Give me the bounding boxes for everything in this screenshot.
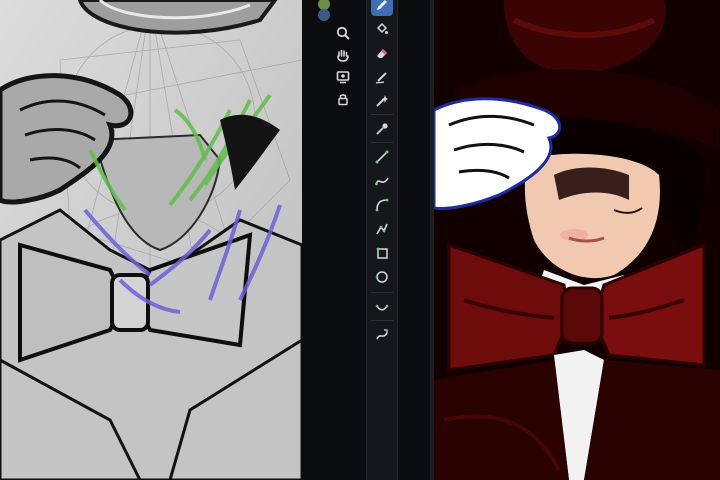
toolbar-divider: [371, 292, 393, 293]
secondary-color-swatch[interactable]: [318, 9, 330, 21]
fill-bucket-icon[interactable]: [371, 18, 393, 40]
color-render-canvas[interactable]: [434, 0, 720, 480]
zoom-icon[interactable]: [334, 24, 352, 42]
polyline-icon[interactable]: [371, 218, 393, 240]
pen-icon[interactable]: [371, 0, 393, 16]
toolbar-divider: [371, 320, 393, 321]
freehand-curve-icon[interactable]: [371, 170, 393, 192]
sketch-artwork: [0, 0, 302, 480]
sketch-canvas[interactable]: [0, 0, 302, 480]
eraser-icon[interactable]: [371, 42, 393, 64]
drawing-app-workspace: [0, 0, 720, 480]
toolbar-divider: [371, 142, 393, 143]
rectangle-shape-icon[interactable]: [371, 242, 393, 264]
stroke-adjust-icon[interactable]: [371, 324, 393, 346]
lock-icon[interactable]: [334, 90, 352, 108]
hand-pan-icon[interactable]: [334, 46, 352, 64]
reference-icon[interactable]: [334, 68, 352, 86]
eyedropper-sparkle-icon[interactable]: [371, 90, 393, 112]
toolbar-divider: [371, 114, 393, 115]
rendered-artwork: [434, 0, 720, 480]
color-picker-icon[interactable]: [371, 118, 393, 140]
drawing-tools-toolbar: [366, 0, 398, 480]
curve-edit-icon[interactable]: [371, 296, 393, 318]
straight-line-icon[interactable]: [371, 146, 393, 168]
view-toolbar: [332, 0, 354, 480]
arc-curve-icon[interactable]: [371, 194, 393, 216]
ellipse-shape-icon[interactable]: [371, 266, 393, 288]
smudge-icon[interactable]: [371, 66, 393, 88]
